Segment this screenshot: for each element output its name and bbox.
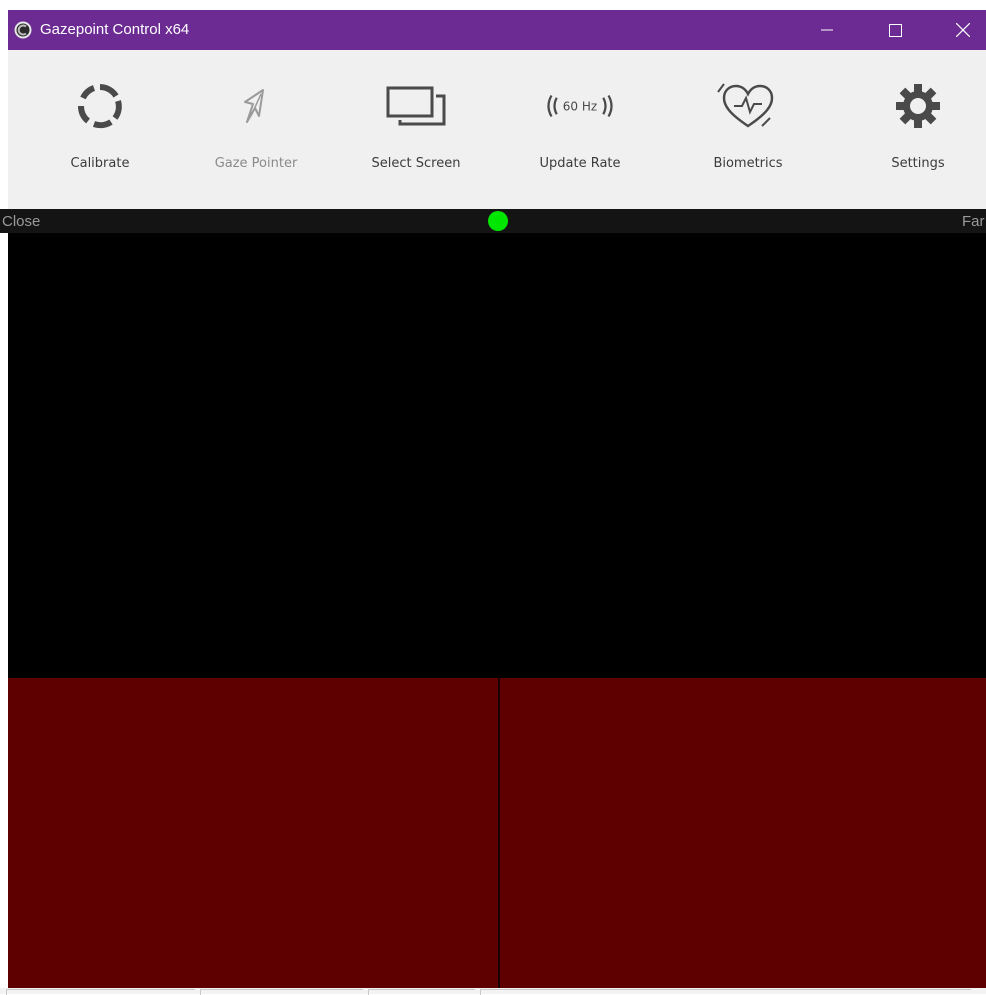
- right-eye-view: [500, 678, 986, 988]
- select-screen-button[interactable]: Select Screen: [336, 50, 496, 209]
- maximize-icon: [888, 23, 902, 37]
- select-screen-icon: [386, 86, 446, 126]
- settings-label: Settings: [891, 156, 945, 171]
- distance-position-dot: [488, 211, 508, 231]
- status-bar: [0, 988, 986, 995]
- status-segment: [200, 989, 363, 995]
- calibrate-button[interactable]: Calibrate: [20, 50, 180, 209]
- biometrics-label: Biometrics: [713, 156, 783, 171]
- toolbar: Calibrate Gaze Pointer Select Screen 60 …: [8, 50, 986, 209]
- select-screen-label: Select Screen: [371, 156, 461, 171]
- minimize-icon: [821, 29, 833, 31]
- close-icon: [956, 23, 970, 37]
- distance-indicator-bar: Close Far: [0, 209, 986, 233]
- update-rate-icon: 60 Hz: [547, 94, 613, 118]
- window-title: Gazepoint Control x64: [40, 21, 190, 38]
- camera-view: [8, 233, 986, 678]
- settings-button[interactable]: Settings: [838, 50, 986, 209]
- update-rate-label: Update Rate: [539, 156, 621, 171]
- biometrics-button[interactable]: Biometrics: [668, 50, 828, 209]
- calibrate-label: Calibrate: [70, 156, 130, 171]
- biometrics-heart-icon: [717, 83, 774, 128]
- distance-far-label: Far: [962, 213, 985, 230]
- distance-close-label: Close: [2, 213, 41, 230]
- gear-icon: [896, 84, 940, 128]
- maximize-button[interactable]: [872, 10, 918, 50]
- status-segment: [480, 989, 971, 995]
- gaze-pointer-icon: [244, 89, 264, 123]
- calibrate-aperture-icon: [78, 84, 122, 129]
- app-logo-icon: [14, 21, 32, 39]
- update-rate-button[interactable]: 60 Hz Update Rate: [500, 50, 660, 209]
- status-segment: [6, 989, 195, 995]
- gaze-pointer-button[interactable]: Gaze Pointer: [176, 50, 336, 209]
- minimize-button[interactable]: [804, 10, 850, 50]
- title-bar[interactable]: Gazepoint Control x64: [8, 10, 986, 50]
- update-rate-value: 60 Hz: [563, 100, 597, 114]
- app-window: Gazepoint Control x64 Calibrate Gaze Poi…: [0, 0, 986, 995]
- gaze-pointer-label: Gaze Pointer: [214, 156, 298, 171]
- close-button[interactable]: [940, 10, 986, 50]
- status-segment: [368, 989, 475, 995]
- left-eye-view: [8, 678, 498, 988]
